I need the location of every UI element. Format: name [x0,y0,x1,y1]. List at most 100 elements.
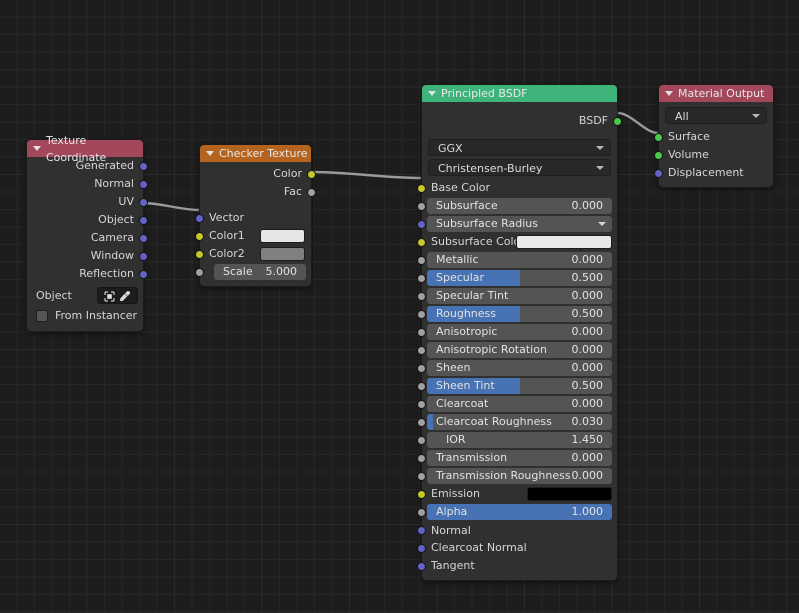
anisotropic-rotation-slider[interactable]: Anisotropic Rotation 0.000 [427,342,612,358]
subsurface-color-swatch[interactable] [516,235,612,249]
distribution-dropdown[interactable]: GGX [428,139,611,156]
input-clearcoat-roughness[interactable]: Clearcoat Roughness 0.030 [417,413,617,431]
input-anisotropic[interactable]: Anisotropic 0.000 [417,323,617,341]
color2-swatch[interactable] [260,247,305,261]
socket-transmission-roughness[interactable] [417,471,426,481]
input-specular-tint[interactable]: Specular Tint 0.000 [417,287,617,305]
input-clearcoat-normal[interactable]: Clearcoat Normal [417,539,617,557]
output-bsdf[interactable]: BSDF [422,112,622,130]
input-clearcoat[interactable]: Clearcoat 0.000 [417,395,617,413]
input-sheen-tint[interactable]: Sheen Tint 0.500 [417,377,617,395]
socket-clearcoat-normal[interactable] [417,543,426,553]
socket-color1[interactable] [195,231,204,241]
node-material-output[interactable]: Material Output All Surface Volume Displ… [654,84,774,188]
socket-base-color[interactable] [417,183,426,193]
socket-clearcoat[interactable] [417,399,426,409]
metallic-slider[interactable]: Metallic 0.000 [427,252,612,268]
input-transmission[interactable]: Transmission 0.000 [417,449,617,467]
emission-swatch[interactable] [527,487,612,501]
socket-anisotropic-rotation[interactable] [417,345,426,355]
socket-anisotropic[interactable] [417,327,426,337]
node-checker-texture[interactable]: Checker Texture Color Fac Vector Color1 [195,144,316,287]
from-instancer-row[interactable]: From Instancer [27,306,143,326]
socket-ior[interactable] [417,435,426,445]
node-header-principled-bsdf[interactable]: Principled BSDF [422,85,617,102]
socket-object[interactable] [139,215,148,225]
socket-tangent[interactable] [417,561,426,571]
input-specular[interactable]: Specular 0.500 [417,269,617,287]
collapse-triangle-icon[interactable] [428,91,436,96]
socket-specular-tint[interactable] [417,291,426,301]
socket-sheen-tint[interactable] [417,381,426,391]
sheen-tint-slider[interactable]: Sheen Tint 0.500 [427,378,612,394]
input-emission[interactable]: Emission [417,485,617,503]
color1-swatch[interactable] [260,229,305,243]
input-ior[interactable]: IOR 1.450 [417,431,617,449]
socket-emission[interactable] [417,489,426,499]
socket-normal[interactable] [417,525,426,535]
socket-subsurface-color[interactable] [417,237,426,247]
socket-color-out[interactable] [307,169,316,179]
socket-surface[interactable] [654,132,663,142]
sheen-slider[interactable]: Sheen 0.000 [427,360,612,376]
socket-fac[interactable] [307,187,316,197]
transmission-slider[interactable]: Transmission 0.000 [427,450,612,466]
socket-specular[interactable] [417,273,426,283]
node-header-material-output[interactable]: Material Output [659,85,773,102]
input-color2[interactable]: Color2 [195,245,311,263]
roughness-slider[interactable]: Roughness 0.500 [427,306,612,322]
clearcoat-slider[interactable]: Clearcoat 0.000 [427,396,612,412]
input-alpha[interactable]: Alpha 1.000 [417,503,617,521]
socket-displacement[interactable] [654,168,663,178]
anisotropic-slider[interactable]: Anisotropic 0.000 [427,324,612,340]
input-displacement[interactable]: Displacement [654,164,773,182]
socket-scale[interactable] [195,267,204,277]
output-fac[interactable]: Fac [200,183,316,201]
input-subsurface[interactable]: Subsurface 0.000 [417,197,617,215]
input-subsurface-color[interactable]: Subsurface Color [417,233,617,251]
collapse-triangle-icon[interactable] [665,91,673,96]
output-reflection[interactable]: Reflection [27,265,148,283]
scale-slider[interactable]: Scale 5.000 [214,264,306,280]
input-tangent[interactable]: Tangent [417,557,617,575]
specular-slider[interactable]: Specular 0.500 [427,270,612,286]
input-sheen[interactable]: Sheen 0.000 [417,359,617,377]
input-anisotropic-rotation[interactable]: Anisotropic Rotation 0.000 [417,341,617,359]
input-scale[interactable]: Scale 5.000 [195,263,311,281]
socket-camera[interactable] [139,233,148,243]
subsurface-method-dropdown[interactable]: Christensen-Burley [428,159,611,176]
subsurface-radius-dropdown[interactable]: Subsurface Radius [427,216,612,232]
socket-uv[interactable] [139,197,148,207]
target-dropdown[interactable]: All [665,107,767,124]
object-picker-row[interactable]: Object [27,285,143,306]
output-uv[interactable]: UV [27,193,148,211]
input-normal[interactable]: Normal [417,521,617,539]
node-editor-canvas[interactable]: Texture Coordinate Generated Normal UV O… [0,0,799,613]
socket-bsdf-out[interactable] [613,116,622,126]
socket-clearcoat-roughness[interactable] [417,417,426,427]
input-color1[interactable]: Color1 [195,227,311,245]
output-color[interactable]: Color [200,165,316,183]
subsurface-slider[interactable]: Subsurface 0.000 [427,198,612,214]
input-subsurface-radius[interactable]: Subsurface Radius [417,215,617,233]
output-object[interactable]: Object [27,211,148,229]
input-roughness[interactable]: Roughness 0.500 [417,305,617,323]
input-volume[interactable]: Volume [654,146,773,164]
socket-subsurface[interactable] [417,201,426,211]
socket-roughness[interactable] [417,309,426,319]
input-base-color[interactable]: Base Color [417,179,617,197]
collapse-triangle-icon[interactable] [33,146,41,151]
socket-generated[interactable] [139,161,148,171]
specular-tint-slider[interactable]: Specular Tint 0.000 [427,288,612,304]
output-normal[interactable]: Normal [27,175,148,193]
node-principled-bsdf[interactable]: Principled BSDF BSDF GGX Christensen-Bur… [417,84,622,581]
alpha-slider[interactable]: Alpha 1.000 [427,504,612,520]
socket-normal[interactable] [139,179,148,189]
output-generated[interactable]: Generated [27,157,148,175]
socket-alpha[interactable] [417,507,426,517]
ior-slider[interactable]: IOR 1.450 [427,432,612,448]
collapse-triangle-icon[interactable] [206,151,214,156]
clearcoat-roughness-slider[interactable]: Clearcoat Roughness 0.030 [427,414,612,430]
eyedropper-icon[interactable] [119,290,131,302]
socket-volume[interactable] [654,150,663,160]
